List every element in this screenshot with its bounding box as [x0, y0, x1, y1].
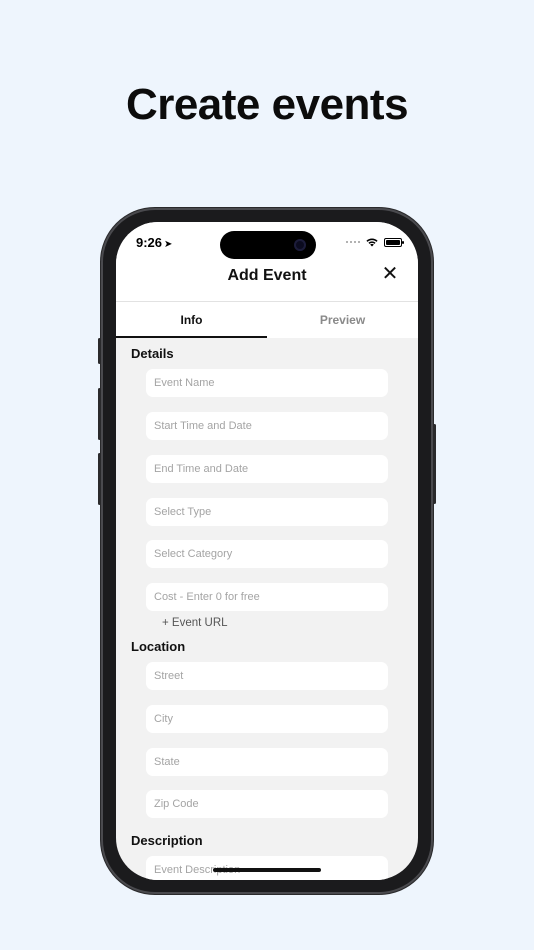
start-time-input[interactable] — [146, 412, 388, 440]
cost-input[interactable] — [146, 583, 388, 611]
headline: Create events — [125, 80, 409, 129]
dynamic-island — [220, 231, 316, 259]
close-icon[interactable]: ✕ — [380, 264, 400, 284]
status-icons — [346, 237, 404, 247]
app-screen: 9:26➤ Add Event ✕ Info Preview Details +… — [116, 222, 418, 880]
tab-preview[interactable]: Preview — [267, 302, 418, 338]
event-name-input[interactable] — [146, 369, 388, 397]
zip-code-input[interactable] — [146, 790, 388, 818]
phone-frame: 9:26➤ Add Event ✕ Info Preview Details +… — [98, 208, 436, 894]
volume-down-button — [98, 453, 101, 505]
section-details-title: Details — [131, 346, 174, 361]
section-description-title: Description — [131, 833, 203, 848]
power-button — [433, 424, 436, 504]
end-time-input[interactable] — [146, 455, 388, 483]
wifi-icon — [366, 238, 378, 247]
state-input[interactable] — [146, 748, 388, 776]
select-type-field[interactable] — [146, 498, 388, 526]
street-input[interactable] — [146, 662, 388, 690]
signal-dots-icon — [346, 241, 360, 243]
home-indicator — [213, 868, 321, 872]
mute-switch — [98, 338, 101, 364]
city-input[interactable] — [146, 705, 388, 733]
battery-icon — [384, 237, 404, 247]
volume-up-button — [98, 388, 101, 440]
section-location-title: Location — [131, 639, 186, 654]
location-arrow-icon: ➤ — [164, 239, 173, 250]
tab-selected-indicator — [116, 336, 267, 338]
add-event-url-link[interactable]: + Event URL — [162, 617, 228, 629]
status-time: 9:26 ➤ — [136, 235, 172, 250]
status-time-text: 9:26 — [136, 235, 163, 250]
nav-title: Add Event — [227, 267, 307, 284]
select-category-field[interactable] — [146, 540, 388, 568]
tab-info[interactable]: Info — [116, 302, 267, 338]
camera-icon — [294, 239, 306, 251]
